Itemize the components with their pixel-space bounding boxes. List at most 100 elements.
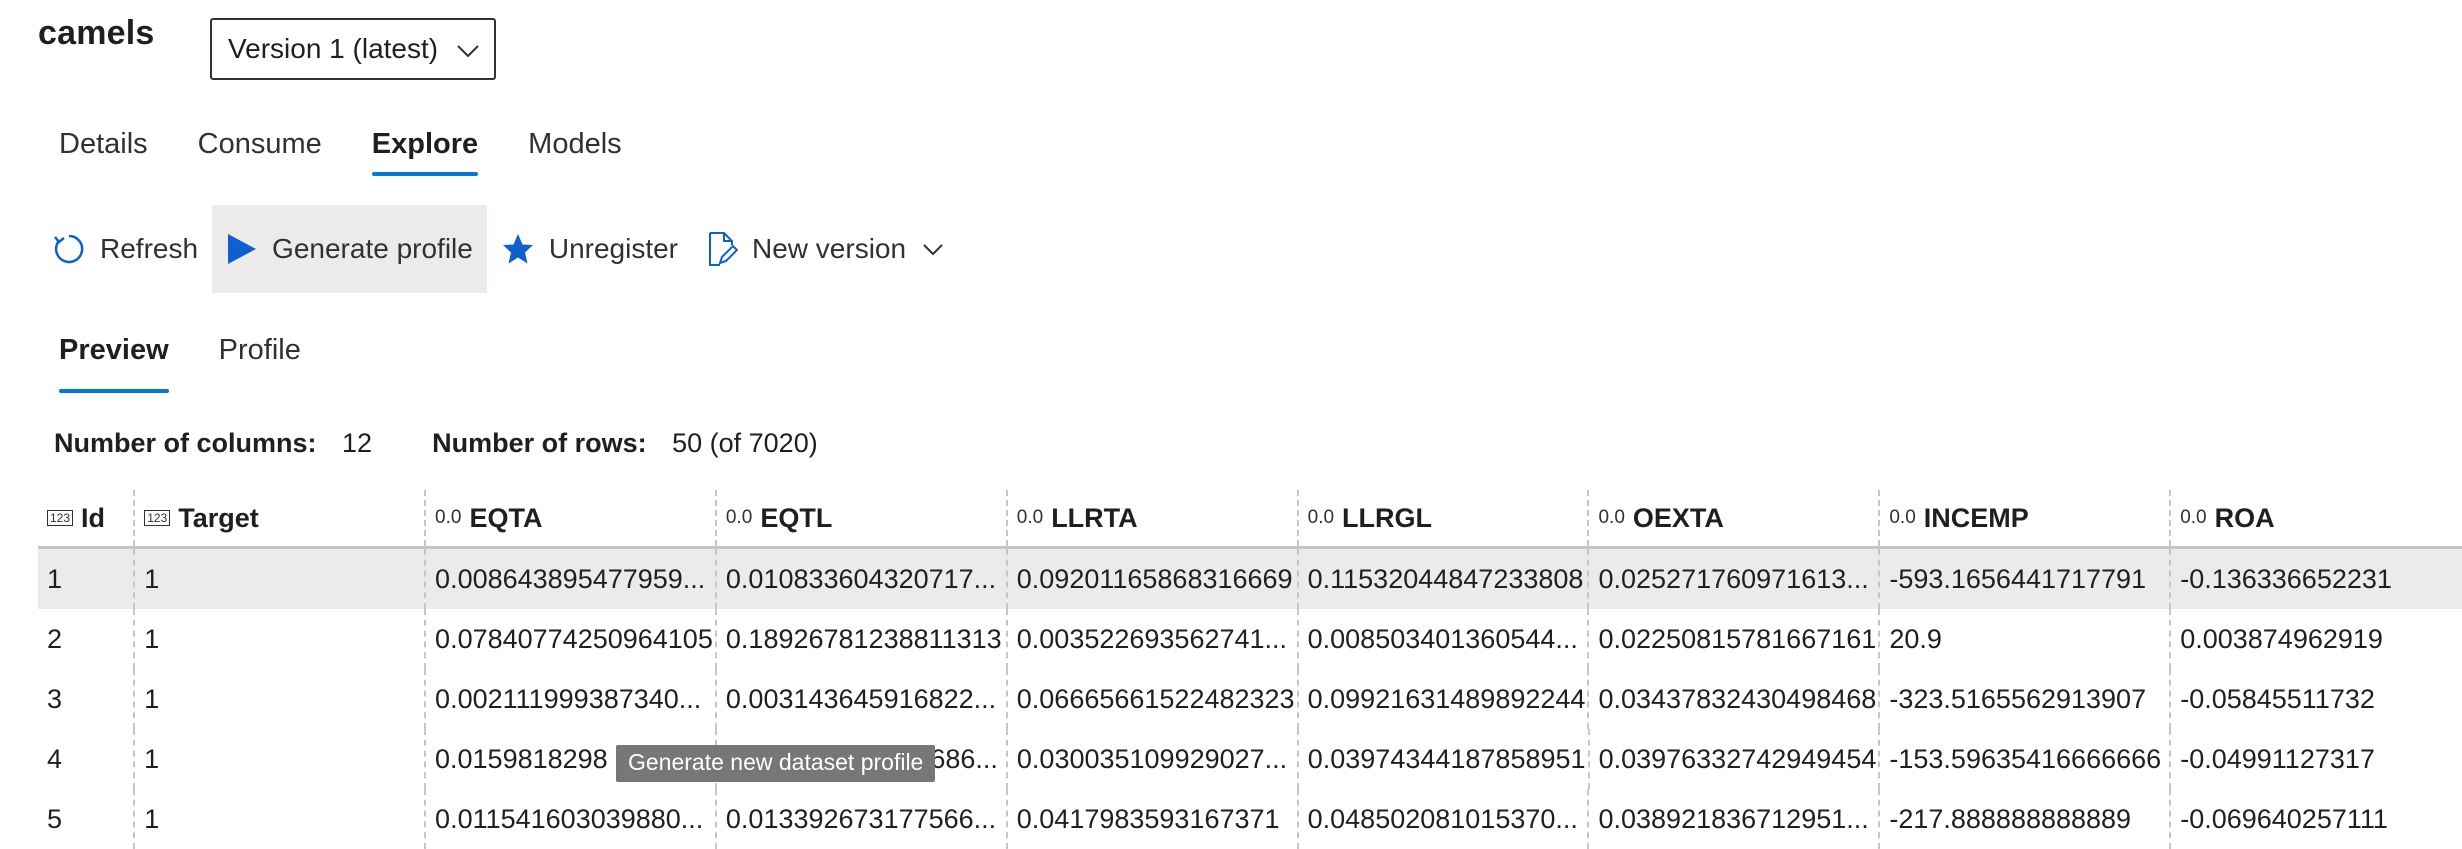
decimal-type-icon: 0.0 xyxy=(2180,507,2207,528)
table-cell: -153.59635416666666 xyxy=(1880,729,2172,789)
table-cell: 0.03437832430498468 xyxy=(1589,669,1881,729)
column-count-value: 12 xyxy=(342,428,373,458)
table-cell: -323.5165562913907 xyxy=(1880,669,2172,729)
table-cell: 0.013392673177566... xyxy=(717,789,1008,849)
column-header-llrgl[interactable]: 0.0 LLRGL xyxy=(1299,490,1590,546)
tab-profile[interactable]: Profile xyxy=(194,320,326,393)
table-cell: -0.05845511732 xyxy=(2180,683,2375,714)
table-cell: 1 xyxy=(135,729,426,789)
play-icon xyxy=(226,232,258,266)
decimal-type-icon: 0.0 xyxy=(435,507,462,528)
table-cell: 0.18926781238811313 xyxy=(717,609,1008,669)
column-header-eqtl[interactable]: 0.0 EQTL xyxy=(717,490,1008,546)
tab-consume[interactable]: Consume xyxy=(173,120,347,179)
table-cell: 20.9 xyxy=(1880,609,2172,669)
table-cell: 1 xyxy=(135,549,427,609)
table-cell: 0.03976332742949454 xyxy=(1590,729,1881,789)
column-header-eqta[interactable]: 0.0 EQTA xyxy=(426,490,717,546)
command-bar: Refresh Generate profile Unregister New … xyxy=(38,205,958,293)
decimal-type-icon: 0.0 xyxy=(1016,507,1044,528)
page-title: camels xyxy=(38,14,155,52)
row-count-value: 50 (of 7020) xyxy=(672,428,818,458)
table-cell: 0.025271760971613... xyxy=(1589,549,1881,609)
column-header-incemp[interactable]: 0.0 INCEMP xyxy=(1880,490,2172,546)
edit-document-icon xyxy=(706,231,739,267)
table-cell: -0.069640257111 xyxy=(2180,803,2388,834)
table-cell: -0.136336652231 xyxy=(2180,563,2392,594)
column-header-label: EQTL xyxy=(760,502,833,533)
table-cell: 0.008643895477959... xyxy=(426,549,717,609)
table-cell: -217.888888888889 xyxy=(1880,789,2172,849)
table-row[interactable]: 2 1 0.07840774250964105 0.18926781238811… xyxy=(38,609,2462,669)
new-version-button[interactable]: New version xyxy=(692,205,958,293)
column-count-label: Number of columns: xyxy=(54,428,317,458)
table-cell: 1 xyxy=(38,549,136,609)
row-count-label: Number of rows: xyxy=(432,428,647,458)
tab-details[interactable]: Details xyxy=(34,120,173,179)
column-header-target[interactable]: 123 Target xyxy=(135,490,427,546)
integer-type-icon: 123 xyxy=(144,510,171,526)
column-header-label: OEXTA xyxy=(1632,502,1724,533)
column-header-llrta[interactable]: 0.0 LLRTA xyxy=(1008,490,1299,546)
table-row[interactable]: 5 1 0.011541603039880... 0.0133926731775… xyxy=(38,789,2462,849)
table-cell: 0.003874962919 xyxy=(2180,623,2383,654)
star-icon xyxy=(501,232,535,266)
chevron-down-icon xyxy=(456,33,480,65)
version-dropdown[interactable]: Version 1 (latest) xyxy=(210,18,496,80)
refresh-icon xyxy=(52,232,86,266)
table-row[interactable]: 1 1 0.008643895477959... 0.0108336043207… xyxy=(38,549,2462,609)
chevron-down-icon xyxy=(922,243,944,256)
table-cell: 5 xyxy=(38,789,136,849)
tab-preview[interactable]: Preview xyxy=(34,320,194,393)
decimal-type-icon: 0.0 xyxy=(1598,507,1625,528)
table-cell: 0.09921631489892244 xyxy=(1299,669,1590,729)
column-header-label: EQTA xyxy=(469,502,543,533)
table-cell: 0.010833604320717... xyxy=(717,549,1008,609)
column-header-roa[interactable]: 0.0 ROA xyxy=(2171,490,2462,546)
table-cell: 0.003143645916822... xyxy=(717,669,1008,729)
table-cell: 0.11532044847233808 xyxy=(1299,549,1590,609)
table-cell: 2 xyxy=(38,609,136,669)
table-cell: 0.030035109929027... xyxy=(1008,729,1299,789)
decimal-type-icon: 0.0 xyxy=(725,507,753,528)
table-cell: 0.008503401360544... xyxy=(1299,609,1590,669)
decimal-type-icon: 0.0 xyxy=(1307,507,1335,528)
table-row[interactable]: 3 1 0.002111999387340... 0.0031436459168… xyxy=(38,669,2462,729)
tab-explore[interactable]: Explore xyxy=(347,120,503,179)
table-cell: 0.002111999387340... xyxy=(426,669,717,729)
row-count: Number of rows: 50 (of 7020) xyxy=(432,428,818,459)
table-cell: 0.0417983593167371 xyxy=(1008,789,1299,849)
version-dropdown-value: Version 1 (latest) xyxy=(228,33,439,64)
generate-profile-tooltip: Generate new dataset profile xyxy=(616,745,936,782)
table-cell: -0.04991127317 xyxy=(2180,743,2375,774)
column-header-label: Id xyxy=(81,502,106,533)
column-header-oexta[interactable]: 0.0 OEXTA xyxy=(1589,490,1881,546)
explore-subtabs: Preview Profile xyxy=(34,320,326,393)
generate-profile-button[interactable]: Generate profile xyxy=(212,205,487,293)
integer-type-icon: 123 xyxy=(47,510,74,526)
column-header-id[interactable]: 123 Id xyxy=(38,490,136,546)
refresh-label: Refresh xyxy=(100,233,199,264)
dataset-stats: Number of columns: 12 Number of rows: 50… xyxy=(54,428,818,459)
decimal-type-icon: 0.0 xyxy=(1889,507,1916,528)
table-cell: 0.003522693562741... xyxy=(1008,609,1299,669)
table-cell: 1 xyxy=(135,669,427,729)
data-preview-table: 123 Id 123 Target 0.0 EQTA 0.0 EQTL 0.0 … xyxy=(38,490,2462,849)
table-cell: 3 xyxy=(38,669,136,729)
table-cell: 0.06665661522482323 xyxy=(1008,669,1299,729)
table-header: 123 Id 123 Target 0.0 EQTA 0.0 EQTL 0.0 … xyxy=(38,490,2462,549)
column-header-label: Target xyxy=(178,502,259,533)
column-header-label: INCEMP xyxy=(1923,502,2029,533)
table-cell: 0.048502081015370... xyxy=(1299,789,1590,849)
table-row[interactable]: 4 1 0.0159818298 686... 0.03003510992902… xyxy=(38,729,2462,789)
generate-profile-label: Generate profile xyxy=(272,233,473,264)
tab-models[interactable]: Models xyxy=(503,120,647,179)
unregister-button[interactable]: Unregister xyxy=(487,205,692,293)
table-cell: 1 xyxy=(135,789,427,849)
refresh-button[interactable]: Refresh xyxy=(38,205,212,293)
column-count: Number of columns: 12 xyxy=(54,428,372,459)
table-cell: 0.03974344187858951 xyxy=(1299,729,1590,789)
table-cell: 0.09201165868316669 xyxy=(1008,549,1299,609)
table-cell: 0.011541603039880... xyxy=(426,789,717,849)
new-version-label: New version xyxy=(752,233,907,264)
